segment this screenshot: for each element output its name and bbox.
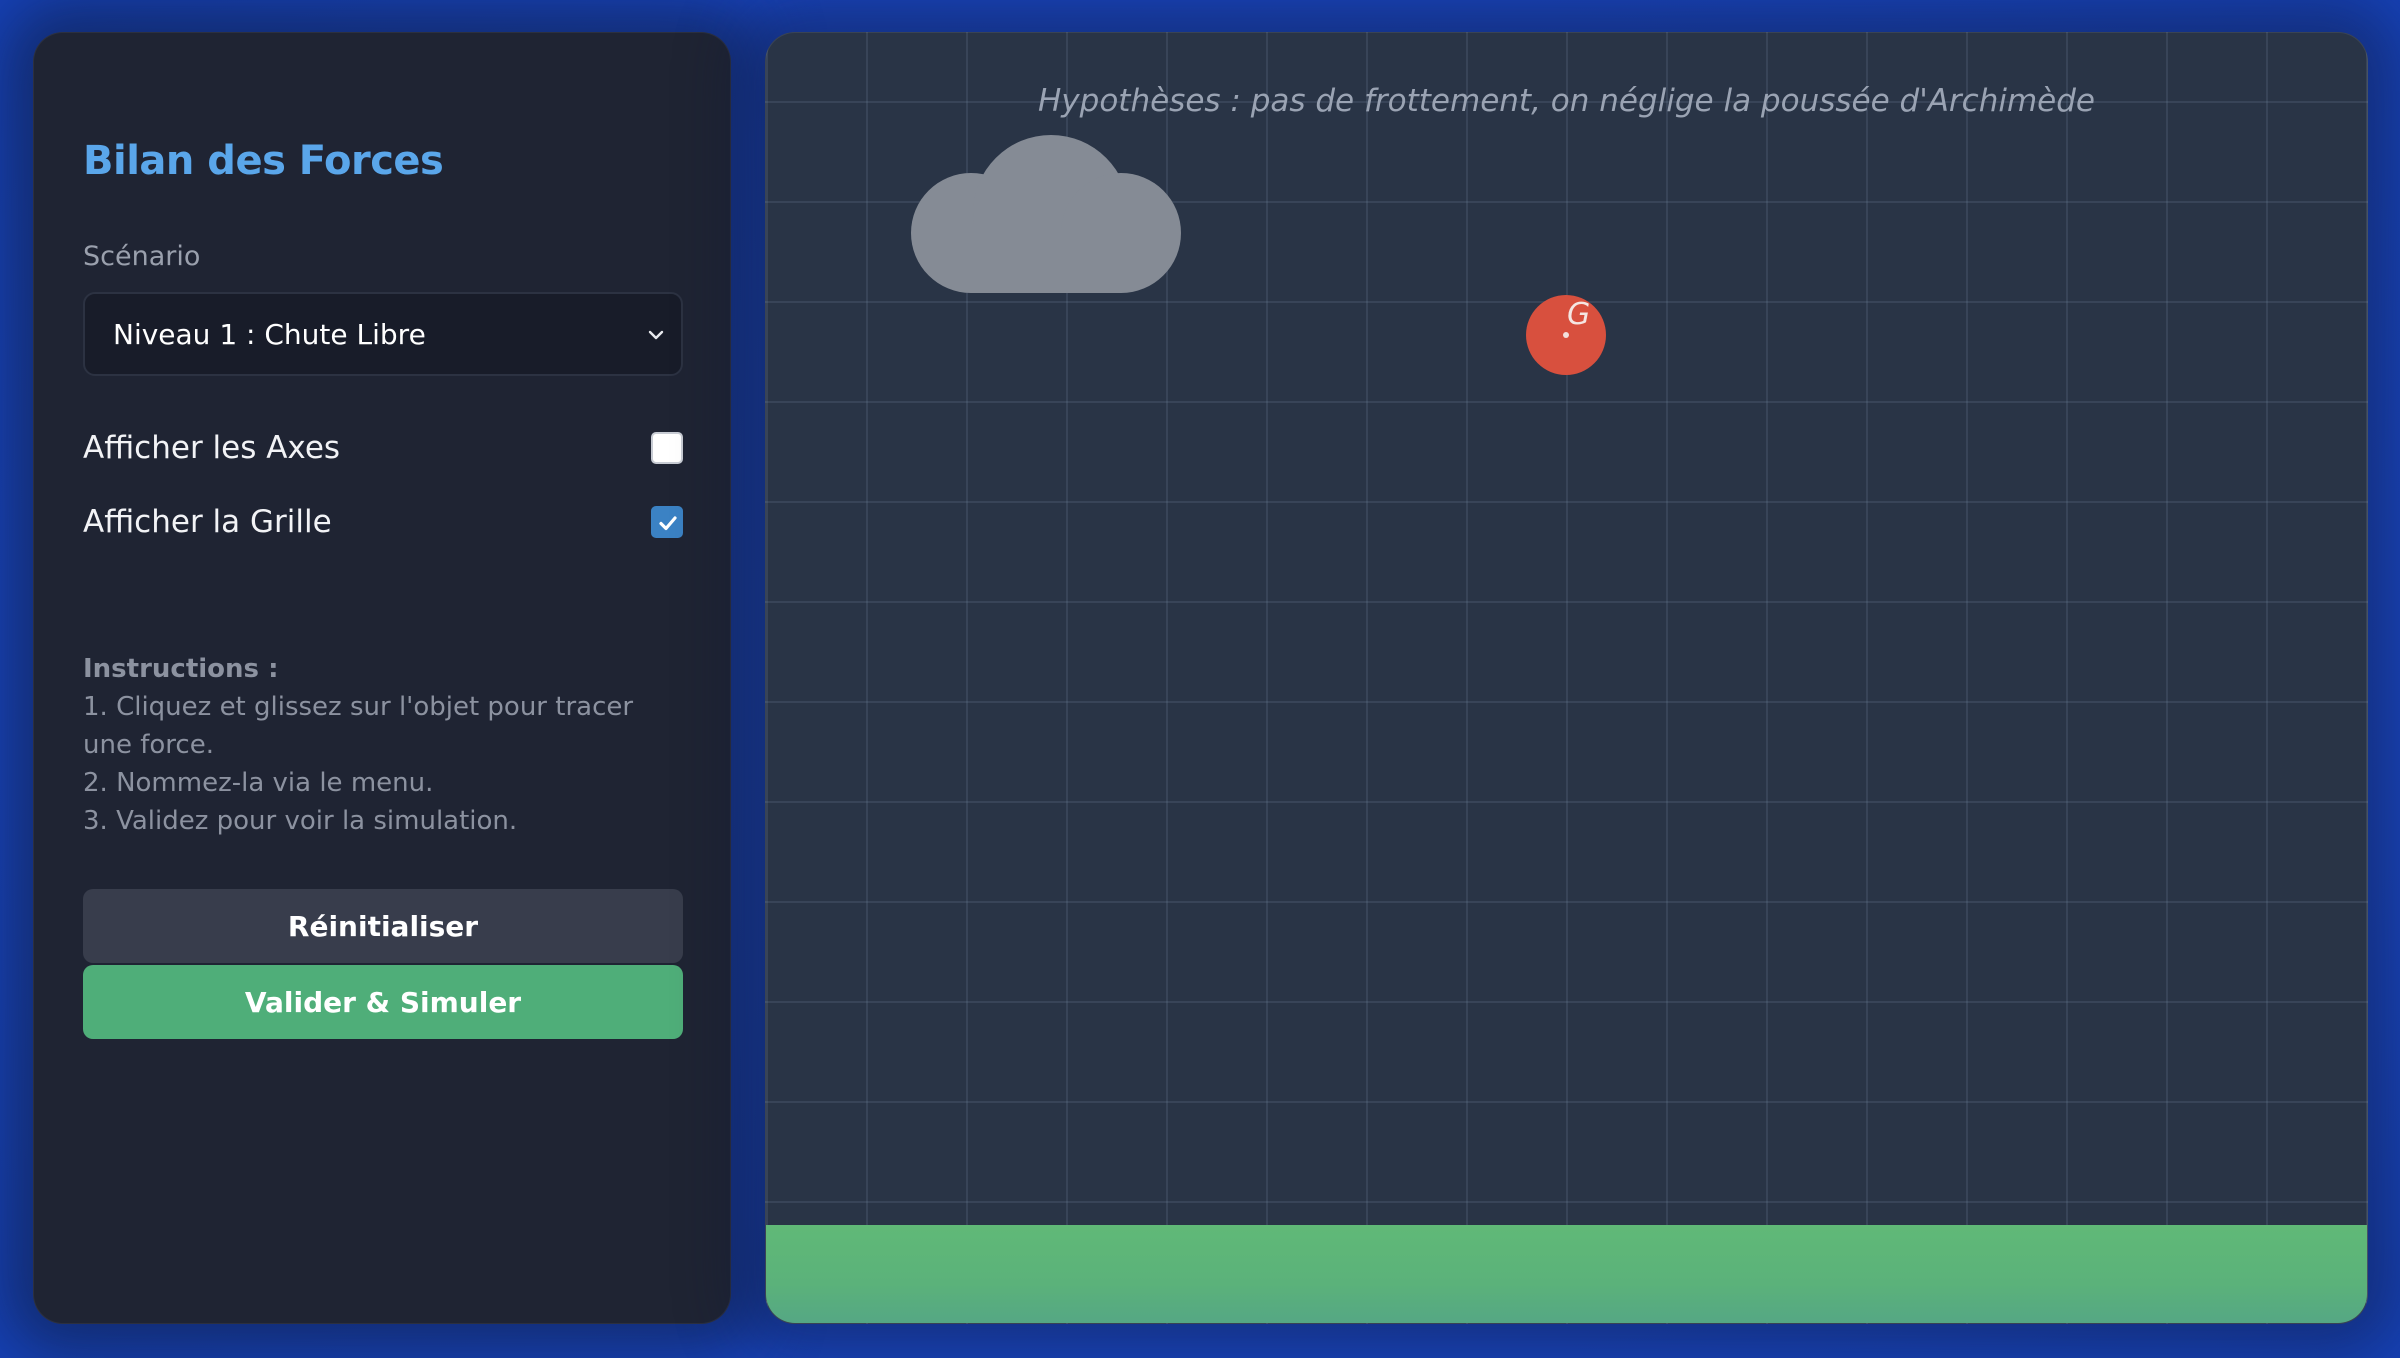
control-panel: Bilan des Forces Scénario Niveau 1 : Chu…	[33, 32, 731, 1324]
instruction-step: 3. Validez pour voir la simulation.	[83, 806, 518, 836]
toggle-grid-row[interactable]: Afficher la Grille	[83, 497, 683, 547]
instructions: Instructions : 1. Cliquez et glissez sur…	[83, 650, 683, 840]
toggle-grid-label: Afficher la Grille	[83, 504, 332, 540]
hypothesis-text: Hypothèses : pas de frottement, on négli…	[1038, 83, 2095, 119]
validate-simulate-button[interactable]: Valider & Simuler	[83, 965, 683, 1039]
chevron-down-icon	[641, 320, 671, 350]
instruction-step: 2. Nommez-la via le menu.	[83, 768, 434, 798]
simulation-canvas[interactable]: Hypothèses : pas de frottement, on négli…	[765, 32, 2368, 1324]
center-of-mass-dot	[1563, 332, 1569, 338]
instructions-heading: Instructions :	[83, 654, 279, 684]
reset-button[interactable]: Réinitialiser	[83, 889, 683, 963]
ball-object[interactable]: G	[1526, 295, 1606, 375]
toggle-axes-checkbox[interactable]	[651, 432, 683, 464]
panel-title: Bilan des Forces	[83, 138, 444, 184]
cloud-icon	[906, 133, 1206, 337]
toggle-axes-label: Afficher les Axes	[83, 430, 341, 466]
instruction-step: 1. Cliquez et glissez sur l'objet pour t…	[83, 692, 634, 760]
scenario-select-value: Niveau 1 : Chute Libre	[113, 317, 426, 351]
checkmark-icon	[659, 516, 677, 531]
ground	[766, 1225, 2367, 1323]
scenario-label: Scénario	[83, 241, 201, 272]
scenario-select[interactable]: Niveau 1 : Chute Libre	[83, 292, 683, 376]
center-of-mass-label: G	[1567, 297, 1591, 332]
toggle-axes-row[interactable]: Afficher les Axes	[83, 423, 683, 473]
toggle-grid-checkbox[interactable]	[651, 506, 683, 538]
